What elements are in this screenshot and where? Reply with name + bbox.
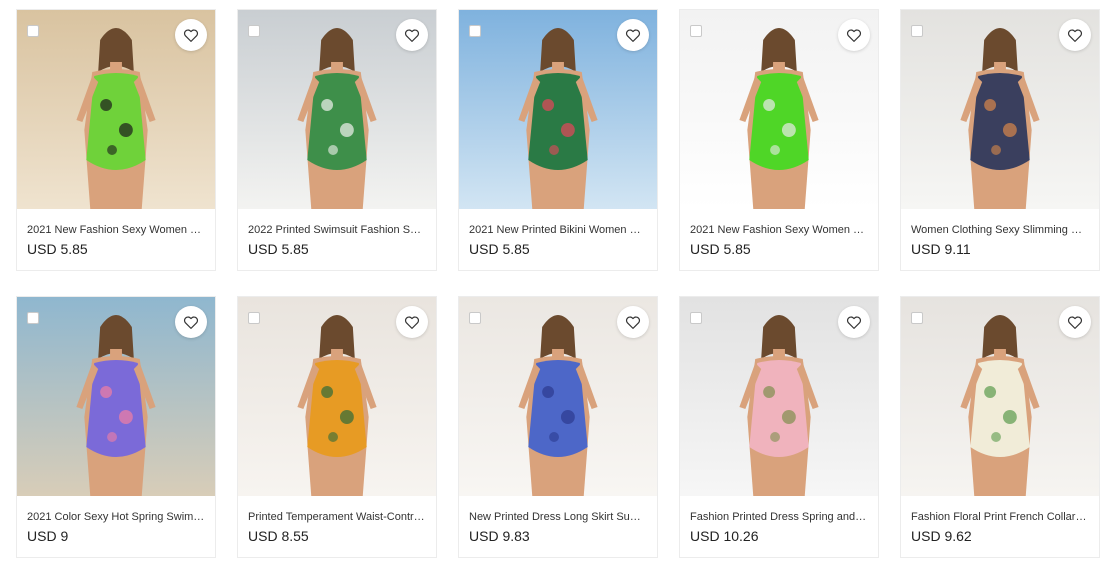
product-image[interactable] [901,297,1099,496]
product-info: Women Clothing Sexy Slimming Sling Dress… [901,209,1099,258]
product-card[interactable]: Women Clothing Sexy Slimming Sling Dress… [900,9,1100,271]
product-title[interactable]: Fashion Printed Dress Spring and Summer [690,510,868,525]
heart-icon [846,29,862,42]
favorite-button[interactable] [1059,306,1091,338]
product-title[interactable]: New Printed Dress Long Skirt Summer [469,510,647,525]
product-price: USD 5.85 [469,241,530,257]
product-price: USD 9 [27,528,69,544]
product-image[interactable] [680,297,878,496]
product-image[interactable] [17,10,215,209]
product-card[interactable]: 2021 Color Sexy Hot Spring Swimsuit USD … [16,296,216,558]
favorite-button[interactable] [175,19,207,51]
product-image[interactable] [459,297,657,496]
product-title[interactable]: Women Clothing Sexy Slimming Sling Dress [911,223,1089,238]
favorite-button[interactable] [1059,19,1091,51]
product-price: USD 8.55 [248,528,309,544]
product-card[interactable]: 2022 Printed Swimsuit Fashion Sexy Women… [237,9,437,271]
select-checkbox[interactable] [469,312,481,324]
product-title[interactable]: 2021 New Printed Bikini Women Split Swim… [469,223,647,238]
product-price: USD 5.85 [248,241,309,257]
product-price: USD 5.85 [27,241,88,257]
select-checkbox[interactable] [27,25,39,37]
heart-icon [1067,29,1083,42]
product-card[interactable]: New Printed Dress Long Skirt Summer USD … [458,296,658,558]
select-checkbox[interactable] [248,25,260,37]
favorite-button[interactable] [838,19,870,51]
heart-icon [183,316,199,329]
product-price: USD 10.26 [690,528,759,544]
heart-icon [625,316,641,329]
product-card[interactable]: Fashion Printed Dress Spring and Summer … [679,296,879,558]
favorite-button[interactable] [838,306,870,338]
heart-icon [183,29,199,42]
heart-icon [404,316,420,329]
favorite-button[interactable] [617,306,649,338]
product-title[interactable]: Fashion Floral Print French Collar Dress [911,510,1089,525]
heart-icon [1067,316,1083,329]
product-image[interactable] [459,10,657,209]
favorite-button[interactable] [617,19,649,51]
product-image[interactable] [901,10,1099,209]
product-image[interactable] [17,297,215,496]
product-title[interactable]: 2021 Color Sexy Hot Spring Swimsuit [27,510,205,525]
product-info: 2021 New Fashion Sexy Women One-piece Sw… [17,209,215,258]
favorite-button[interactable] [175,306,207,338]
product-info: Fashion Printed Dress Spring and Summer … [680,496,878,545]
product-image[interactable] [238,297,436,496]
select-checkbox[interactable] [911,25,923,37]
select-checkbox[interactable] [690,25,702,37]
favorite-button[interactable] [396,306,428,338]
product-title[interactable]: 2021 New Fashion Sexy Women One-piece Sw… [27,223,205,238]
product-info: Fashion Floral Print French Collar Dress… [901,496,1099,545]
select-checkbox[interactable] [690,312,702,324]
select-checkbox[interactable] [469,25,481,37]
product-card[interactable]: Fashion Floral Print French Collar Dress… [900,296,1100,558]
select-checkbox[interactable] [27,312,39,324]
product-price: USD 9.62 [911,528,972,544]
select-checkbox[interactable] [911,312,923,324]
product-price: USD 5.85 [690,241,751,257]
product-price: USD 9.11 [911,241,971,257]
product-card[interactable]: 2021 New Printed Bikini Women Split Swim… [458,9,658,271]
product-info: 2022 Printed Swimsuit Fashion Sexy Women… [238,209,436,258]
product-title[interactable]: Printed Temperament Waist-Controlled Dre… [248,510,426,525]
heart-icon [846,316,862,329]
product-info: 2021 New Printed Bikini Women Split Swim… [459,209,657,258]
heart-icon [625,29,641,42]
product-grid: 2021 New Fashion Sexy Women One-piece Sw… [0,0,1100,572]
product-info: 2021 Color Sexy Hot Spring Swimsuit USD … [17,496,215,545]
product-card[interactable]: 2021 New Fashion Sexy Women One-piece Sw… [16,9,216,271]
favorite-button[interactable] [396,19,428,51]
product-info: 2021 New Fashion Sexy Women Fishnet Biki… [680,209,878,258]
product-image[interactable] [680,10,878,209]
product-info: Printed Temperament Waist-Controlled Dre… [238,496,436,545]
select-checkbox[interactable] [248,312,260,324]
heart-icon [404,29,420,42]
product-image[interactable] [238,10,436,209]
product-title[interactable]: 2022 Printed Swimsuit Fashion Sexy Women [248,223,426,238]
product-card[interactable]: 2021 New Fashion Sexy Women Fishnet Biki… [679,9,879,271]
product-price: USD 9.83 [469,528,530,544]
product-info: New Printed Dress Long Skirt Summer USD … [459,496,657,545]
product-card[interactable]: Printed Temperament Waist-Controlled Dre… [237,296,437,558]
product-title[interactable]: 2021 New Fashion Sexy Women Fishnet Biki… [690,223,868,238]
